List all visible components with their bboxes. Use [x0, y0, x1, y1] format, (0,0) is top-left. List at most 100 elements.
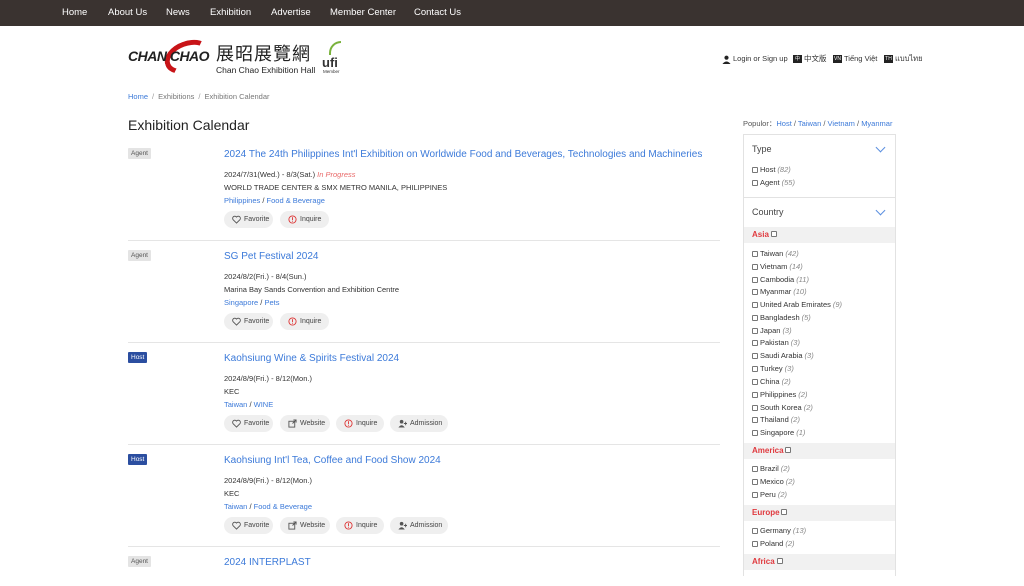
checkbox[interactable] [781, 509, 787, 515]
filter-checkbox-country[interactable]: Vietnam (14) [752, 262, 803, 272]
nav-advertise[interactable]: Advertise [271, 0, 311, 26]
filter-checkbox-country[interactable]: Myanmar (10) [752, 287, 807, 297]
filter-checkbox-country[interactable]: Saudi Arabia (3) [752, 351, 814, 361]
admission-button[interactable]: Admission [390, 517, 448, 534]
chevron-down-icon[interactable] [875, 205, 886, 216]
chevron-down-icon[interactable] [875, 142, 886, 153]
popular-vietnam-link[interactable]: Vietnam [828, 119, 855, 128]
filter-count: (2) [803, 403, 813, 412]
checkbox[interactable] [752, 528, 758, 535]
filter-checkbox-country[interactable]: United Arab Emirates (9) [752, 300, 842, 310]
checkbox[interactable] [752, 264, 758, 271]
checkbox[interactable] [752, 366, 758, 373]
checkbox[interactable] [752, 289, 758, 296]
filter-checkbox-country[interactable]: Philippines (2) [752, 390, 807, 400]
filter-checkbox-country[interactable]: China (2) [752, 377, 791, 387]
event-country-link[interactable]: Taiwan [224, 400, 247, 409]
filter-checkbox-country[interactable]: Brazil (2) [752, 464, 790, 474]
event-title-link[interactable]: Kaohsiung Wine & Spirits Festival 2024 [224, 353, 399, 364]
event-category-link[interactable]: WINE [254, 400, 274, 409]
login-link[interactable]: Login or Sign up [722, 52, 788, 66]
checkbox[interactable] [752, 405, 758, 412]
checkbox[interactable] [752, 541, 758, 548]
event-title-link[interactable]: SG Pet Festival 2024 [224, 251, 319, 262]
checkbox[interactable] [752, 430, 758, 437]
website-button[interactable]: Website [280, 517, 330, 534]
region-asia[interactable]: Asia [744, 227, 895, 243]
inquire-button[interactable]: Inquire [336, 517, 384, 534]
checkbox[interactable] [752, 277, 758, 284]
event-title-link[interactable]: 2024 The 24th Philippines Int'l Exhibiti… [224, 149, 702, 160]
region-europe[interactable]: Europe [744, 505, 895, 521]
nav-exhibition[interactable]: Exhibition [210, 0, 251, 26]
popular-myanmar-link[interactable]: Myanmar [861, 119, 892, 128]
lang-vietnamese-link[interactable]: VN Tiếng Việt [833, 52, 877, 66]
event-country-link[interactable]: Taiwan [224, 502, 247, 511]
checkbox[interactable] [785, 447, 791, 453]
event-country-link[interactable]: Philippines [224, 196, 260, 205]
checkbox[interactable] [752, 479, 758, 486]
favorite-button[interactable]: Favorite [224, 415, 273, 432]
inquire-button[interactable]: Inquire [336, 415, 384, 432]
region-africa[interactable]: Africa [744, 554, 895, 570]
checkbox[interactable] [777, 558, 783, 564]
event-category-link[interactable]: Pets [264, 298, 279, 307]
checkbox[interactable] [752, 392, 758, 399]
filter-checkbox-country[interactable]: Pakistan (3) [752, 338, 800, 348]
filter-checkbox-country[interactable]: Germany (13) [752, 526, 806, 536]
event-category-link[interactable]: Food & Beverage [254, 502, 312, 511]
lang-thai-link[interactable]: TH แบบไทย [884, 52, 922, 66]
type-filter-heading[interactable]: Type [752, 144, 772, 154]
filter-checkbox-country[interactable]: Bangladesh (5) [752, 313, 811, 323]
nav-news[interactable]: News [166, 0, 190, 26]
filter-checkbox-country[interactable]: Japan (3) [752, 326, 792, 336]
filter-checkbox-host[interactable]: Host (82) [752, 165, 791, 175]
event-country-link[interactable]: Singapore [224, 298, 258, 307]
checkbox[interactable] [752, 251, 758, 258]
checkbox[interactable] [752, 417, 758, 424]
checkbox[interactable] [752, 315, 758, 322]
admission-button[interactable]: Admission [390, 415, 448, 432]
lang-chinese-link[interactable]: 中中文版 [793, 52, 827, 66]
filter-checkbox-country[interactable]: South Korea (2) [752, 403, 813, 413]
checkbox[interactable] [752, 180, 758, 187]
website-button[interactable]: Website [280, 415, 330, 432]
nav-about-us[interactable]: About Us [108, 0, 147, 26]
checkbox[interactable] [771, 231, 777, 237]
filter-checkbox-country[interactable]: Turkey (3) [752, 364, 794, 374]
event-title-link[interactable]: 2024 INTERPLAST [224, 557, 311, 568]
checkbox[interactable] [752, 328, 758, 335]
inquire-button[interactable]: Inquire [280, 211, 329, 228]
checkbox[interactable] [752, 167, 758, 174]
checkbox[interactable] [752, 340, 758, 347]
filter-checkbox-country[interactable]: Taiwan (42) [752, 249, 799, 259]
popular-taiwan-link[interactable]: Taiwan [798, 119, 821, 128]
popular-host-link[interactable]: Host [776, 119, 791, 128]
event-title-link[interactable]: Kaohsiung Int'l Tea, Coffee and Food Sho… [224, 455, 441, 466]
country-filter-heading[interactable]: Country [752, 207, 784, 217]
breadcrumb-exhibitions[interactable]: Exhibitions [158, 92, 194, 101]
event-category-link[interactable]: Food & Beverage [267, 196, 325, 205]
breadcrumb-home[interactable]: Home [128, 92, 148, 101]
region-america[interactable]: America [744, 443, 895, 459]
checkbox[interactable] [752, 379, 758, 386]
filter-checkbox-country[interactable]: Poland (2) [752, 539, 795, 549]
filter-checkbox-country[interactable]: Mexico (2) [752, 477, 795, 487]
checkbox[interactable] [752, 302, 758, 309]
inquire-button[interactable]: Inquire [280, 313, 329, 330]
site-logo[interactable]: CHAN CHAO 展昭展覽網 Chan Chao Exhibition Hal… [128, 33, 348, 81]
favorite-button[interactable]: Favorite [224, 313, 273, 330]
filter-checkbox-country[interactable]: Peru (2) [752, 490, 787, 500]
nav-member-center[interactable]: Member Center [330, 0, 396, 26]
filter-checkbox-country[interactable]: Singapore (1) [752, 428, 805, 438]
nav-home[interactable]: Home [62, 0, 87, 26]
checkbox[interactable] [752, 466, 758, 473]
filter-checkbox-agent[interactable]: Agent (55) [752, 178, 795, 188]
filter-checkbox-country[interactable]: Thailand (2) [752, 415, 800, 425]
checkbox[interactable] [752, 353, 758, 360]
favorite-button[interactable]: Favorite [224, 517, 273, 534]
filter-checkbox-country[interactable]: Cambodia (11) [752, 275, 809, 285]
checkbox[interactable] [752, 492, 758, 499]
nav-contact-us[interactable]: Contact Us [414, 0, 461, 26]
favorite-button[interactable]: Favorite [224, 211, 273, 228]
